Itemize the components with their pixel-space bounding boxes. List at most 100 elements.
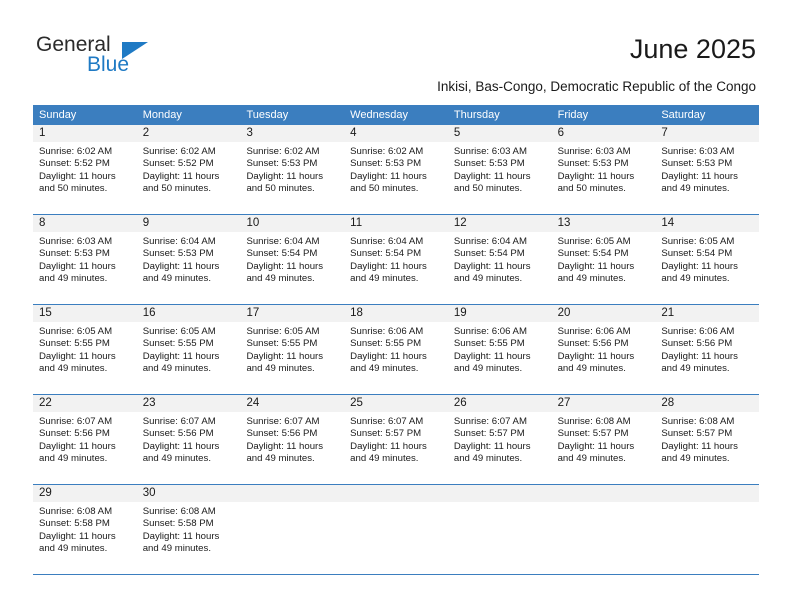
daylight-text: Daylight: 11 hours and 49 minutes.	[39, 440, 116, 465]
day-info: Sunrise: 6:03 AM Sunset: 5:53 PM Daylight:…	[552, 142, 656, 196]
calendar-day-cell[interactable]: 3 Sunrise: 6:02 AM Sunset: 5:53 PM Daylight…	[240, 125, 345, 214]
daylight-text: Daylight: 11 hours and 49 minutes.	[350, 260, 427, 285]
calendar-day-cell[interactable]: 6 Sunrise: 6:03 AM Sunset: 5:53 PM Daylight…	[551, 125, 656, 214]
calendar-day-cell[interactable]: 4 Sunrise: 6:02 AM Sunset: 5:53 PM Daylight…	[344, 125, 448, 214]
sunrise-text: Sunrise: 6:02 AM	[350, 146, 424, 157]
calendar-day-cell[interactable]: 20 Sunrise: 6:06 AM Sunset: 5:56 PM Dayligh…	[551, 305, 656, 394]
calendar-day-cell[interactable]: 26 Sunrise: 6:07 AM Sunset: 5:57 PM Dayligh…	[447, 395, 552, 484]
calendar-day-cell[interactable]: 22 Sunrise: 6:07 AM Sunset: 5:56 PM Dayligh…	[33, 395, 137, 484]
sunset-text: Sunset: 5:53 PM	[142, 248, 214, 260]
weekday-header-thursday: Thursday	[453, 109, 500, 121]
day-number: 27	[551, 395, 656, 412]
calendar-day-cell[interactable]: 9 Sunrise: 6:04 AM Sunset: 5:53 PM Daylight…	[136, 215, 241, 304]
sunrise-text: Sunrise: 6:06 AM	[350, 326, 424, 337]
calendar-week-row: 22 Sunrise: 6:07 AM Sunset: 5:56 PM Dayligh…	[33, 395, 760, 485]
calendar-week-row: 1 Sunrise: 6:02 AM Sunset: 5:52 PM Daylight…	[33, 125, 760, 215]
day-info: Sunrise: 6:08 AM Sunset: 5:58 PM Daylight:…	[33, 502, 137, 556]
calendar-day-cell[interactable]: 14 Sunrise: 6:05 AM Sunset: 5:54 PM Dayligh…	[655, 215, 760, 304]
sunset-text: Sunset: 5:56 PM	[246, 428, 318, 440]
calendar-day-cell[interactable]: 19 Sunrise: 6:06 AM Sunset: 5:55 PM Dayligh…	[447, 305, 552, 394]
calendar-day-cell[interactable]: 15 Sunrise: 6:05 AM Sunset: 5:55 PM Dayligh…	[33, 305, 137, 394]
calendar-day-cell[interactable]: 16 Sunrise: 6:05 AM Sunset: 5:55 PM Dayligh…	[136, 305, 241, 394]
daylight-text: Daylight: 11 hours and 50 minutes.	[142, 170, 220, 195]
day-info: Sunrise: 6:07 AM Sunset: 5:57 PM Daylight:…	[448, 412, 552, 466]
daylight-text: Daylight: 11 hours and 49 minutes.	[661, 440, 738, 465]
calendar-day-cell[interactable]: 23 Sunrise: 6:07 AM Sunset: 5:56 PM Dayligh…	[136, 395, 241, 484]
calendar-day-cell[interactable]: 28 Sunrise: 6:08 AM Sunset: 5:57 PM Dayligh…	[655, 395, 760, 484]
calendar-day-cell[interactable]: 29 Sunrise: 6:08 AM Sunset: 5:58 PM Dayligh…	[33, 485, 137, 574]
sunset-text: Sunset: 5:57 PM	[350, 428, 422, 440]
calendar-day-cell[interactable]: 21 Sunrise: 6:06 AM Sunset: 5:56 PM Dayligh…	[655, 305, 760, 394]
sunrise-text: Sunrise: 6:07 AM	[39, 416, 113, 427]
calendar-day-cell[interactable]: 24 Sunrise: 6:07 AM Sunset: 5:56 PM Dayligh…	[240, 395, 345, 484]
sunset-text: Sunset: 5:56 PM	[557, 338, 629, 350]
sunrise-text: Sunrise: 6:07 AM	[246, 416, 320, 427]
brand-logo[interactable]: General Blue	[36, 33, 236, 83]
calendar-day-cell-empty	[240, 485, 345, 574]
daylight-text: Daylight: 11 hours and 49 minutes.	[142, 440, 220, 465]
calendar-day-cell[interactable]: 1 Sunrise: 6:02 AM Sunset: 5:52 PM Daylight…	[33, 125, 137, 214]
sunset-text: Sunset: 5:58 PM	[39, 518, 110, 530]
calendar-day-cell[interactable]: 18 Sunrise: 6:06 AM Sunset: 5:55 PM Dayligh…	[344, 305, 448, 394]
calendar-page: General Blue June 2025 Inkisi, Bas-Congo…	[0, 0, 792, 612]
sunset-text: Sunset: 5:57 PM	[557, 428, 629, 440]
calendar-day-cell[interactable]: 12 Sunrise: 6:04 AM Sunset: 5:54 PM Dayligh…	[447, 215, 552, 304]
sunset-text: Sunset: 5:56 PM	[39, 428, 110, 440]
calendar-day-cell[interactable]: 17 Sunrise: 6:05 AM Sunset: 5:55 PM Dayligh…	[240, 305, 345, 394]
day-info: Sunrise: 6:06 AM Sunset: 5:55 PM Daylight:…	[344, 322, 448, 376]
sunrise-text: Sunrise: 6:04 AM	[142, 236, 216, 247]
day-info: Sunrise: 6:03 AM Sunset: 5:53 PM Daylight:…	[33, 232, 137, 286]
calendar-day-cell[interactable]: 7 Sunrise: 6:03 AM Sunset: 5:53 PM Daylight…	[655, 125, 760, 214]
calendar-day-cell[interactable]: 13 Sunrise: 6:05 AM Sunset: 5:54 PM Dayligh…	[551, 215, 656, 304]
sunrise-text: Sunrise: 6:08 AM	[661, 416, 735, 427]
day-number: 22	[33, 395, 137, 412]
calendar-day-cell[interactable]: 27 Sunrise: 6:08 AM Sunset: 5:57 PM Dayligh…	[551, 395, 656, 484]
sunset-text: Sunset: 5:57 PM	[661, 428, 733, 440]
calendar-day-cell[interactable]: 8 Sunrise: 6:03 AM Sunset: 5:53 PM Daylight…	[33, 215, 137, 304]
day-info: Sunrise: 6:02 AM Sunset: 5:52 PM Daylight:…	[33, 142, 137, 196]
sunset-text: Sunset: 5:55 PM	[246, 338, 318, 350]
daylight-text: Daylight: 11 hours and 50 minutes.	[246, 170, 324, 195]
day-info: Sunrise: 6:04 AM Sunset: 5:54 PM Daylight:…	[344, 232, 448, 286]
day-number: 30	[136, 485, 241, 502]
weekday-header-sunday: Sunday	[39, 109, 77, 121]
day-number: 7	[655, 125, 760, 142]
day-number: 23	[136, 395, 241, 412]
calendar-day-cell[interactable]: 2 Sunrise: 6:02 AM Sunset: 5:52 PM Daylight…	[136, 125, 241, 214]
daylight-text: Daylight: 11 hours and 49 minutes.	[246, 440, 324, 465]
day-number	[447, 485, 552, 502]
calendar-day-cell[interactable]: 25 Sunrise: 6:07 AM Sunset: 5:57 PM Dayligh…	[344, 395, 448, 484]
day-number: 24	[240, 395, 345, 412]
daylight-text: Daylight: 11 hours and 50 minutes.	[453, 170, 531, 195]
day-number: 1	[33, 125, 137, 142]
daylight-text: Daylight: 11 hours and 49 minutes.	[246, 350, 324, 375]
weekday-header-saturday: Saturday	[661, 109, 706, 121]
day-info: Sunrise: 6:02 AM Sunset: 5:53 PM Daylight:…	[344, 142, 448, 196]
day-number	[551, 485, 656, 502]
sunset-text: Sunset: 5:54 PM	[557, 248, 629, 260]
day-number: 17	[240, 305, 345, 322]
day-number: 28	[655, 395, 760, 412]
sunset-text: Sunset: 5:55 PM	[39, 338, 110, 350]
calendar-day-cell[interactable]: 30 Sunrise: 6:08 AM Sunset: 5:58 PM Dayligh…	[136, 485, 241, 574]
day-info: Sunrise: 6:04 AM Sunset: 5:54 PM Daylight:…	[240, 232, 344, 286]
sunrise-text: Sunrise: 6:08 AM	[557, 416, 631, 427]
daylight-text: Daylight: 11 hours and 49 minutes.	[350, 440, 427, 465]
sunrise-text: Sunrise: 6:08 AM	[39, 506, 113, 517]
sunrise-text: Sunrise: 6:04 AM	[453, 236, 527, 247]
calendar-day-cell[interactable]: 11 Sunrise: 6:04 AM Sunset: 5:54 PM Dayligh…	[344, 215, 448, 304]
sunset-text: Sunset: 5:53 PM	[453, 158, 525, 170]
day-number: 6	[551, 125, 656, 142]
sunset-text: Sunset: 5:55 PM	[350, 338, 422, 350]
daylight-text: Daylight: 11 hours and 49 minutes.	[453, 350, 531, 375]
sunrise-text: Sunrise: 6:07 AM	[142, 416, 216, 427]
daylight-text: Daylight: 11 hours and 49 minutes.	[661, 170, 738, 195]
day-info: Sunrise: 6:07 AM Sunset: 5:56 PM Daylight:…	[240, 412, 344, 466]
day-number	[344, 485, 448, 502]
calendar-day-cell[interactable]: 5 Sunrise: 6:03 AM Sunset: 5:53 PM Daylight…	[447, 125, 552, 214]
day-info: Sunrise: 6:07 AM Sunset: 5:56 PM Daylight:…	[33, 412, 137, 466]
sunrise-text: Sunrise: 6:04 AM	[246, 236, 320, 247]
calendar-day-cell[interactable]: 10 Sunrise: 6:04 AM Sunset: 5:54 PM Dayligh…	[240, 215, 345, 304]
sunset-text: Sunset: 5:53 PM	[246, 158, 318, 170]
day-number: 15	[33, 305, 137, 322]
